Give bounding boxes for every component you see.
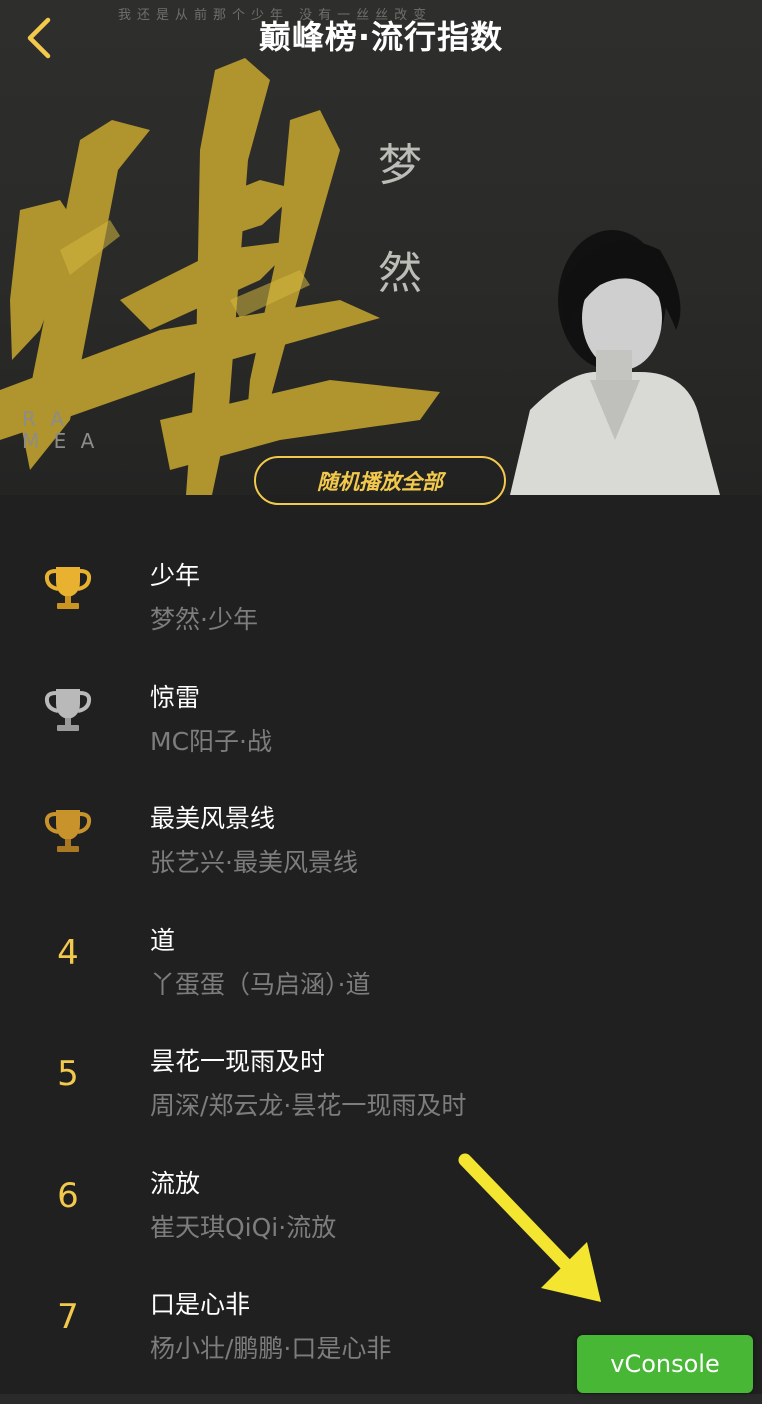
song-row[interactable]: 5 昙花一现雨及时 周深/郑云龙·昙花一现雨及时 bbox=[0, 1018, 762, 1140]
song-row[interactable]: 6 流放 崔天琪QiQi·流放 bbox=[0, 1140, 762, 1262]
song-artist: 梦然·少年 bbox=[150, 605, 258, 634]
rank-badge bbox=[30, 682, 106, 738]
song-title: 口是心非 bbox=[150, 1290, 251, 1319]
cover-artist-name: 梦然 bbox=[378, 140, 422, 299]
song-title: 最美风景线 bbox=[150, 804, 276, 833]
song-artist: 崔天琪QiQi·流放 bbox=[150, 1212, 337, 1242]
song-row[interactable]: 最美风景线 张艺兴·最美风景线 bbox=[0, 775, 762, 897]
page-title: 巅峰榜·流行指数 bbox=[258, 18, 504, 56]
rank-badge bbox=[30, 803, 106, 859]
song-artist: 丫蛋蛋（马启涵）·道 bbox=[150, 969, 371, 999]
song-title: 昙花一现雨及时 bbox=[150, 1047, 326, 1076]
song-artist: 张艺兴·最美风景线 bbox=[150, 848, 358, 877]
song-title: 惊雷 bbox=[150, 682, 201, 712]
song-artist: 杨小壮/鹏鹏·口是心非 bbox=[150, 1334, 392, 1363]
song-artist: MC阳子·战 bbox=[150, 726, 272, 756]
song-list: 少年 梦然·少年 惊雷 MC阳子·战 最美风景线 张艺兴·最美风景线 4 道 丫… bbox=[0, 532, 762, 1383]
rank-number: 5 bbox=[57, 1054, 79, 1094]
song-row[interactable]: 4 道 丫蛋蛋（马启涵）·道 bbox=[0, 897, 762, 1019]
shuffle-play-all-button[interactable]: 随机播放全部 bbox=[254, 456, 506, 505]
vconsole-button[interactable]: vConsole bbox=[577, 1335, 753, 1393]
cover-english-letters: R A M E A bbox=[22, 407, 99, 453]
song-title: 道 bbox=[150, 925, 176, 955]
annotation-arrow-icon bbox=[458, 1153, 601, 1302]
song-title: 少年 bbox=[150, 561, 201, 590]
song-row[interactable]: 少年 梦然·少年 bbox=[0, 532, 762, 654]
rank-number: 6 bbox=[57, 1175, 79, 1216]
cover-art: 我还是从前那个少年 没有一丝丝改变 梦然 R A M E A 巅峰榜·流行指数 bbox=[0, 0, 762, 495]
top-bar: 巅峰榜·流行指数 bbox=[0, 0, 762, 72]
trophy-icon bbox=[44, 810, 92, 852]
song-title: 流放 bbox=[150, 1168, 201, 1198]
song-row[interactable]: 惊雷 MC阳子·战 bbox=[0, 654, 762, 776]
rank-number: 4 bbox=[57, 932, 79, 973]
rank-badge bbox=[30, 560, 106, 616]
rank-number: 7 bbox=[57, 1297, 79, 1337]
trophy-icon bbox=[44, 567, 92, 609]
song-artist: 周深/郑云龙·昙花一现雨及时 bbox=[150, 1091, 467, 1120]
list-bottom-divider bbox=[0, 1394, 762, 1404]
trophy-icon bbox=[44, 688, 92, 731]
